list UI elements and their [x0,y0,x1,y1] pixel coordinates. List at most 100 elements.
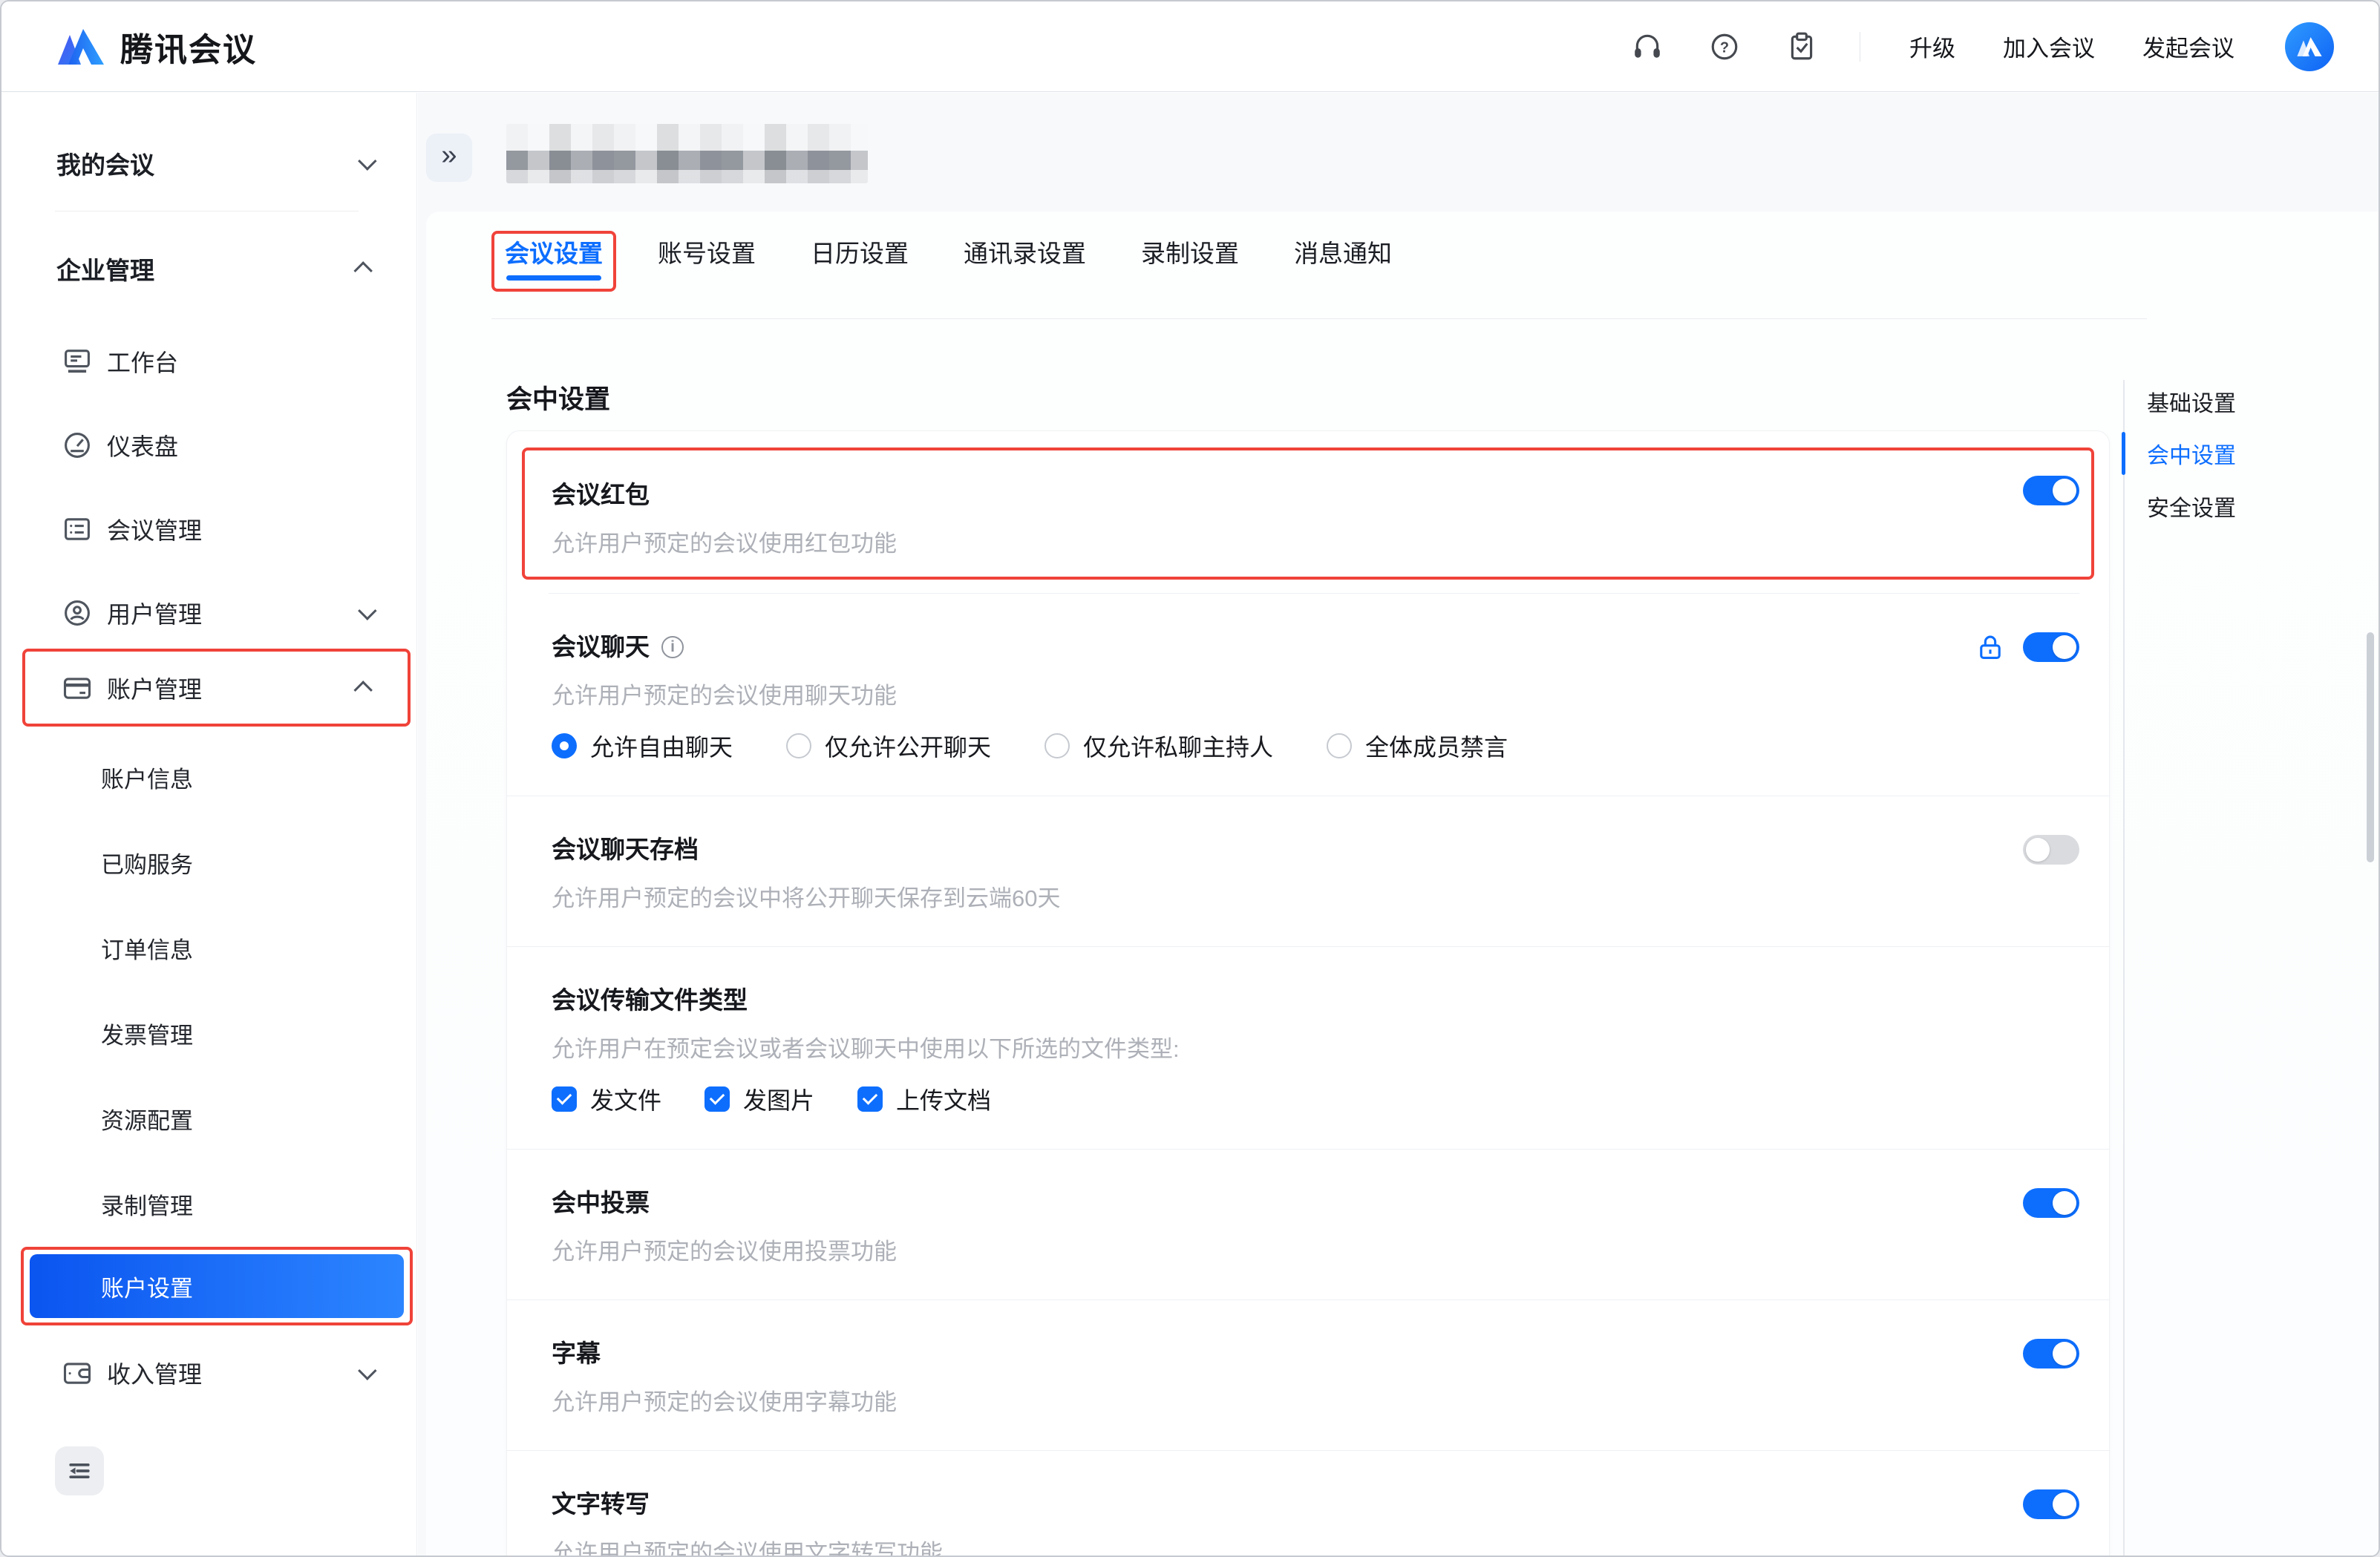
svg-text:?: ? [1720,39,1729,56]
sidebar-child-account-settings-selected[interactable]: 账户设置 [30,1254,404,1318]
app-logo[interactable]: 腾讯会议 [56,23,257,71]
tab-contacts-settings[interactable]: 通讯录设置 [964,237,1086,270]
vertical-scrollbar-thumb[interactable] [2367,632,2374,862]
sidebar-item-user-management[interactable]: 用户管理 [1,582,416,644]
sidebar-item-income-management[interactable]: 收入管理 [1,1342,416,1404]
tabs-divider [491,318,2147,319]
support-headset-icon[interactable] [1631,30,1664,63]
toggle-transcription[interactable] [2023,1489,2079,1519]
setting-title-redpacket: 会议红包 [552,479,2091,511]
radio-unselected-icon [786,733,811,758]
radio-unselected-icon [1044,733,1070,758]
sidebar-child-account-info[interactable]: 账户信息 [1,747,416,807]
setting-title-transcription: 文字转写 [552,1488,2079,1521]
annotation-box-meeting-redpacket: 会议红包 允许用户预定的会议使用红包功能 [522,448,2094,580]
feedback-clipboard-icon[interactable] [1785,30,1818,63]
anchor-inmeeting-settings[interactable]: 会中设置 [2147,437,2236,467]
sidebar-item-dashboard[interactable]: 仪表盘 [1,414,416,476]
users-icon [61,597,94,629]
sidebar-item-meeting-management[interactable]: 会议管理 [1,498,416,560]
credit-card-icon [61,672,94,704]
setting-desc-poll: 允许用户预定的会议使用投票功能 [552,1237,2079,1267]
toggle-captions[interactable] [2023,1339,2079,1368]
sidebar-section-enterprise[interactable]: 企业管理 [1,245,416,292]
setting-desc-transcription: 允许用户预定的会议使用文字转写功能 [552,1538,2079,1556]
setting-row-transcription: 文字转写 允许用户预定的会议使用文字转写功能 [507,1451,2109,1556]
help-icon[interactable]: ? [1708,30,1741,63]
join-meeting-link[interactable]: 加入会议 [2003,30,2095,63]
setting-desc-meeting-chat: 允许用户预定的会议使用聊天功能 [552,681,2079,711]
checkbox-checked-icon [704,1086,730,1112]
sidebar-section-my-meetings[interactable]: 我的会议 [1,140,416,187]
tab-meeting-settings[interactable]: 会议设置 [505,237,603,270]
anchor-active-indicator [2122,432,2125,475]
anchor-security-settings[interactable]: 安全设置 [2147,490,2236,519]
radio-private-host-only[interactable]: 仅允许私聊主持人 [1044,729,1273,763]
sidebar-item-account-management[interactable]: 账户管理 [1,657,416,719]
workbench-icon [61,345,94,378]
tab-recording-settings[interactable]: 录制设置 [1141,237,1239,270]
double-chevron-right-icon: » [441,140,457,171]
sidebar-child-purchased-services[interactable]: 已购服务 [1,833,416,892]
tab-notification-settings[interactable]: 消息通知 [1294,237,1392,270]
toggle-poll[interactable] [2023,1188,2079,1218]
upgrade-link[interactable]: 升级 [1909,30,1955,63]
anchor-basic-settings[interactable]: 基础设置 [2147,385,2236,415]
settings-tabs: 会议设置 账号设置 日历设置 通讯录设置 录制设置 消息通知 [505,237,1392,270]
checkbox-send-image[interactable]: 发图片 [704,1082,814,1116]
dashboard-icon [61,429,94,462]
sidebar-child-invoice-management[interactable]: 发票管理 [1,1003,416,1063]
chat-mode-radio-group: 允许自由聊天 仅允许公开聊天 仅允许私聊主持人 全体成员禁言 [552,729,2079,763]
setting-title-poll: 会中投票 [552,1187,2079,1219]
sidebar-child-resource-config[interactable]: 资源配置 [1,1089,416,1148]
checkbox-checked-icon [552,1086,577,1112]
setting-row-meeting-chat: 会议聊天 i 允许用户预定的会议使用聊天功能 允许自由聊天 仅允许公开聊天 [507,594,2109,796]
setting-title-captions: 字幕 [552,1337,2079,1370]
radio-public-chat-only[interactable]: 仅允许公开聊天 [786,729,991,763]
setting-desc-chat-archive: 允许用户预定的会议中将公开聊天保存到云端60天 [552,884,2079,914]
sidebar-child-order-info[interactable]: 订单信息 [1,918,416,977]
sidebar-child-recording-management[interactable]: 录制管理 [1,1174,416,1233]
chevron-down-icon [358,601,376,620]
setting-row-poll: 会中投票 允许用户预定的会议使用投票功能 [507,1150,2109,1300]
file-type-checkbox-group: 发文件 发图片 上传文档 [552,1082,2079,1116]
chevron-down-icon [358,1361,376,1380]
tab-account-settings[interactable]: 账号设置 [658,237,756,270]
tab-calendar-settings[interactable]: 日历设置 [811,237,909,270]
setting-row-captions: 字幕 允许用户预定的会议使用字幕功能 [507,1300,2109,1451]
start-meeting-link[interactable]: 发起会议 [2142,30,2234,63]
logo-m-icon [56,26,105,68]
breadcrumb-expand-button[interactable]: » [426,134,472,182]
user-avatar[interactable] [2285,22,2334,71]
sidebar-collapse-button[interactable] [55,1446,104,1495]
setting-desc-captions: 允许用户预定的会议使用字幕功能 [552,1388,2079,1417]
setting-desc-file-types: 允许用户在预定会议或者会议聊天中使用以下所选的文件类型: [552,1035,2079,1064]
settings-card: 会议红包 允许用户预定的会议使用红包功能 会议聊天 i 允许用户预定的会议使用聊… [506,430,2110,1556]
toggle-meeting-chat[interactable] [2023,632,2079,662]
info-icon[interactable]: i [661,636,684,658]
setting-title-chat-archive: 会议聊天存档 [552,833,2079,866]
checkbox-send-file[interactable]: 发文件 [552,1082,661,1116]
setting-row-chat-archive: 会议聊天存档 允许用户预定的会议中将公开聊天保存到云端60天 [507,796,2109,947]
active-tab-underline [506,275,601,281]
main-content: » 会议设置 账号设置 日历设置 通讯录设置 录制设置 消息通知 会中设置 会议… [418,93,2379,1556]
radio-free-chat[interactable]: 允许自由聊天 [552,729,733,763]
setting-row-file-types: 会议传输文件类型 允许用户在预定会议或者会议聊天中使用以下所选的文件类型: 发文… [507,947,2109,1150]
checkbox-upload-doc[interactable]: 上传文档 [857,1082,991,1116]
section-title: 会中设置 [506,378,610,416]
setting-title-file-types: 会议传输文件类型 [552,984,2079,1017]
radio-mute-all[interactable]: 全体成员禁言 [1327,729,1508,763]
chevron-down-icon [358,151,376,170]
setting-title-meeting-chat: 会议聊天 [552,631,650,663]
wallet-icon [61,1357,94,1389]
sidebar-divider [55,211,359,212]
anchor-nav-rail [2123,380,2125,1556]
lock-icon [1975,632,2005,662]
checkbox-checked-icon [857,1086,883,1112]
sidebar-item-workbench[interactable]: 工作台 [1,330,416,393]
sidebar: 我的会议 企业管理 工作台 [1,93,417,1556]
toggle-chat-archive[interactable] [2023,835,2079,865]
meeting-list-icon [61,513,94,545]
logo-text: 腾讯会议 [120,23,257,71]
toggle-meeting-redpacket[interactable] [2023,476,2079,505]
